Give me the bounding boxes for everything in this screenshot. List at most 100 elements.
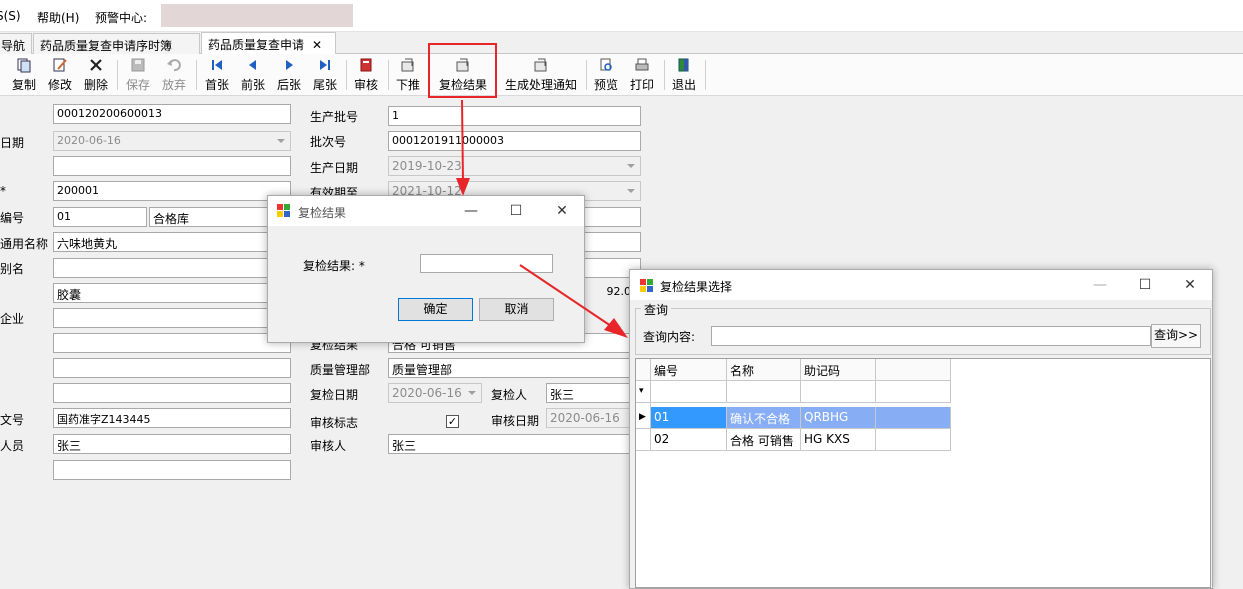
right-field-2[interactable] <box>584 232 641 252</box>
query-button[interactable]: 查询>> <box>1151 324 1201 348</box>
annotation-highlight-box <box>428 43 497 98</box>
audit-date-label: 审核日期 <box>491 414 540 428</box>
code-label: 编号 <box>0 211 25 225</box>
table-row-cell[interactable]: 02 <box>651 429 727 451</box>
menu-help[interactable]: 帮助(H) <box>37 9 79 26</box>
minimize-icon[interactable]: — <box>461 201 481 221</box>
empty-field-3[interactable] <box>53 358 291 378</box>
generate-notice-button[interactable]: 生成处理通知 <box>502 56 580 94</box>
dropdown-arrow-icon <box>468 391 476 395</box>
empty-field-2[interactable] <box>53 333 291 353</box>
batch-no-label: 批次号 <box>310 135 347 149</box>
dialog-title: 复检结果选择 <box>660 280 733 294</box>
table-row-cell[interactable]: 确认不合格 <box>727 407 801 429</box>
discard-button[interactable]: 放弃 <box>160 56 188 94</box>
column-header[interactable]: 助记码 <box>801 359 876 381</box>
table-row-cell[interactable] <box>876 429 951 451</box>
filter-cell[interactable] <box>801 381 876 403</box>
qa-dept-field[interactable]: 质量管理部 <box>388 358 641 378</box>
cancel-button[interactable]: 取消 <box>479 298 554 321</box>
filter-cell[interactable] <box>876 381 951 403</box>
push-down-icon <box>401 58 414 72</box>
tab-recheck-list[interactable]: 药品质量复查申请序时簿 <box>33 33 200 54</box>
audit-date-field[interactable]: 2020-06-16 <box>546 408 641 428</box>
menu-warning-center[interactable]: 预警中心: <box>95 9 147 26</box>
alias-field[interactable] <box>53 258 291 278</box>
toolbar-separator <box>117 60 118 90</box>
audit-flag-checkbox[interactable]: ✓ <box>446 415 459 428</box>
audit-button[interactable]: 审核 <box>352 56 380 94</box>
empty-field-4[interactable] <box>53 383 291 403</box>
push-down-button[interactable]: 下推 <box>394 56 422 94</box>
next-label: 后张 <box>276 78 301 92</box>
edit-button[interactable]: 修改 <box>46 56 74 94</box>
exit-button[interactable]: 退出 <box>670 56 698 94</box>
query-content-input[interactable] <box>711 326 1151 346</box>
minimize-icon[interactable]: — <box>1090 275 1110 295</box>
close-icon[interactable]: ✕ <box>312 38 322 52</box>
column-header[interactable]: 编号 <box>651 359 727 381</box>
table-row-cell[interactable]: 01 <box>651 407 727 429</box>
grid-corner <box>636 359 651 381</box>
doc-no-field[interactable]: 000120200600013 <box>53 104 291 124</box>
table-row-cell[interactable]: HG KXS <box>801 429 876 451</box>
table-row-cell[interactable]: QRBHG <box>801 407 876 429</box>
table-row-cell[interactable] <box>876 407 951 429</box>
date-field[interactable]: 2020-06-16 <box>53 131 291 151</box>
right-field-1[interactable] <box>584 207 641 227</box>
tab-navigation[interactable]: 导航 <box>0 33 32 54</box>
dosage-form-field[interactable]: 胶囊 <box>53 283 291 303</box>
delete-button[interactable]: 删除 <box>82 56 110 94</box>
recheck-result-input[interactable] <box>420 254 553 273</box>
auditor-field[interactable]: 张三 <box>388 434 641 454</box>
last-button[interactable]: 尾张 <box>311 56 339 94</box>
first-icon <box>212 60 222 70</box>
delete-label: 删除 <box>83 78 108 92</box>
empty-field-5[interactable] <box>53 460 291 480</box>
recheck-date-label: 复检日期 <box>310 388 359 402</box>
maximize-icon[interactable]: ☐ <box>506 201 526 221</box>
recheck-person-label: 复检人 <box>491 388 528 402</box>
column-header[interactable]: 名称 <box>727 359 801 381</box>
empty-field-1[interactable] <box>53 156 291 176</box>
preview-button[interactable]: 预览 <box>592 56 620 94</box>
save-button[interactable]: 保存 <box>124 56 152 94</box>
filter-cell[interactable] <box>651 381 727 403</box>
common-name-field[interactable]: 六味地黄丸 <box>53 232 291 252</box>
approval-no-field[interactable]: 国药准字Z143445 <box>53 408 291 428</box>
prev-button[interactable]: 前张 <box>239 56 267 94</box>
next-button[interactable]: 后张 <box>275 56 303 94</box>
maximize-icon[interactable]: ☐ <box>1135 275 1155 295</box>
save-icon <box>131 58 145 72</box>
qa-dept-label: 质量管理部 <box>310 363 371 377</box>
person-field[interactable]: 张三 <box>53 434 291 454</box>
exit-label: 退出 <box>671 78 696 92</box>
alias-label: 别名 <box>0 262 25 276</box>
batch-no-field[interactable]: 0001201911000003 <box>388 131 641 151</box>
ok-button[interactable]: 确定 <box>398 298 473 321</box>
discard-label: 放弃 <box>161 78 186 92</box>
copy-button[interactable]: 复制 <box>10 56 38 94</box>
recheck-date-field[interactable]: 2020-06-16 <box>388 383 482 403</box>
prod-date-field[interactable]: 2019-10-23 <box>388 156 641 176</box>
column-header-empty <box>876 359 951 381</box>
recheck-person-field[interactable]: 张三 <box>546 383 641 403</box>
table-row-cell[interactable]: 合格 可销售 <box>727 429 801 451</box>
tab-label: 导航 <box>1 39 26 53</box>
tab-recheck-application[interactable]: 药品质量复查申请 ✕ <box>201 32 336 55</box>
warehouse-code-field[interactable]: 01 <box>53 207 147 227</box>
filter-cell[interactable] <box>727 381 801 403</box>
enterprise-field[interactable] <box>53 308 291 328</box>
prod-batch-field[interactable]: 1 <box>388 106 641 126</box>
row-indicator-icon: ▶ <box>636 407 651 429</box>
menu-system[interactable]: S(S) <box>0 9 21 23</box>
customer-code-field[interactable]: 200001 <box>53 181 291 201</box>
close-icon[interactable]: ✕ <box>552 201 572 221</box>
preview-label: 预览 <box>593 78 618 92</box>
printer-icon <box>635 58 649 71</box>
query-content-label: 查询内容: <box>643 330 696 344</box>
close-icon[interactable]: ✕ <box>1180 275 1200 295</box>
dropdown-arrow-icon <box>627 164 635 168</box>
print-button[interactable]: 打印 <box>628 56 656 94</box>
first-button[interactable]: 首张 <box>203 56 231 94</box>
